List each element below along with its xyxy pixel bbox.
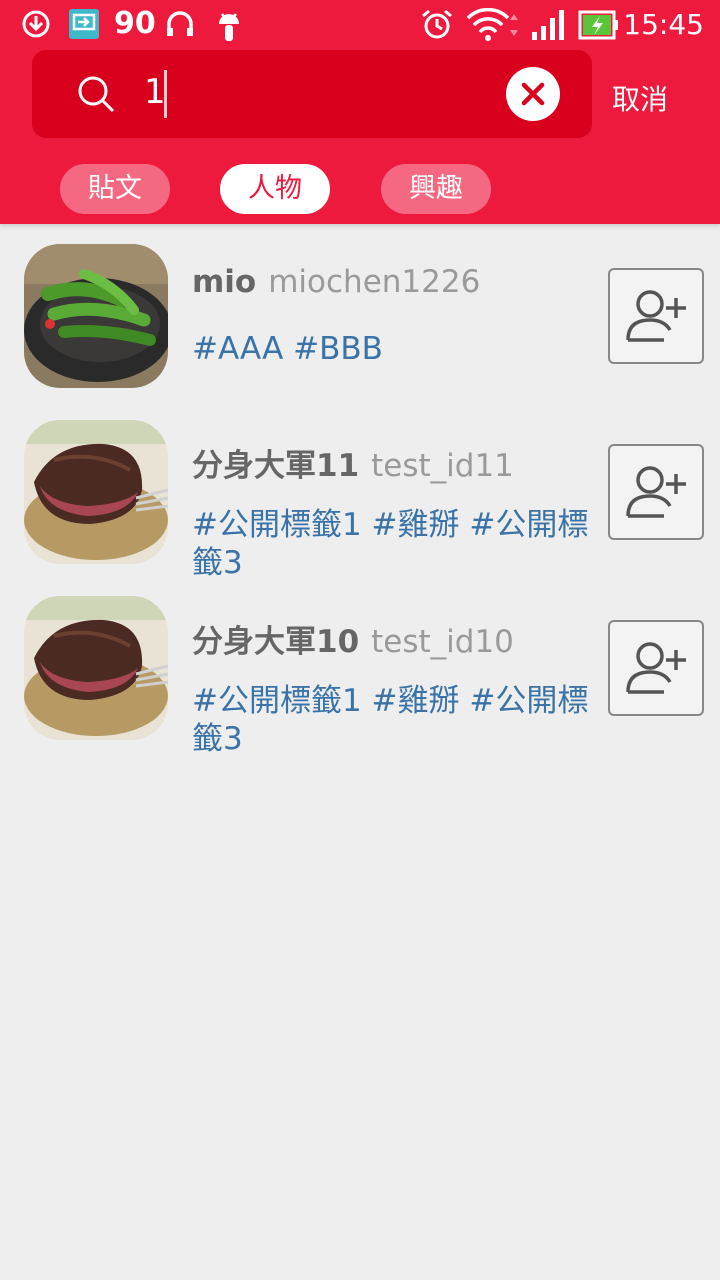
avatar[interactable] — [24, 420, 168, 564]
wifi-icon — [466, 7, 522, 46]
user-id: test_id10 — [371, 624, 514, 660]
user-id: test_id11 — [371, 448, 514, 484]
add-person-icon — [626, 642, 686, 694]
steak-photo — [24, 420, 168, 564]
user-tags[interactable]: #公開標籤1 #雞掰 #公開標籤3 — [192, 506, 592, 582]
cancel-button[interactable]: 取消 — [612, 78, 668, 118]
user-tags[interactable]: #公開標籤1 #雞掰 #公開標籤3 — [192, 682, 592, 758]
signal-icon — [530, 8, 568, 46]
user-display-name: mio — [192, 264, 257, 300]
user-name-line: mio miochen1226 — [192, 264, 480, 300]
add-person-icon — [626, 466, 686, 518]
follow-button[interactable] — [608, 444, 704, 540]
tab-posts[interactable]: 貼文 — [60, 164, 170, 214]
search-icon — [76, 74, 116, 118]
list-item[interactable]: 分身大軍11 test_id11 #公開標籤1 #雞掰 #公開標籤3 — [0, 420, 720, 596]
user-name-line: 分身大軍11 test_id11 — [192, 440, 514, 485]
follow-button[interactable] — [608, 268, 704, 364]
list-item[interactable]: mio miochen1226 #AAA #BBB — [0, 244, 720, 420]
headset-icon — [164, 8, 196, 44]
status-bar: 90 15:45 — [0, 0, 720, 50]
edamame-photo — [24, 244, 168, 388]
avatar[interactable] — [24, 244, 168, 388]
battery-charging-icon — [578, 8, 620, 46]
user-tags[interactable]: #AAA #BBB — [192, 330, 592, 368]
user-display-name: 分身大軍11 — [192, 448, 360, 484]
android-icon — [214, 8, 244, 46]
user-id: miochen1226 — [268, 264, 481, 300]
app-header: 90 15:45 1 取消 貼文 人物 興趣 — [0, 0, 720, 224]
clock: 15:45 — [623, 8, 704, 41]
close-icon — [521, 82, 545, 106]
add-person-icon — [626, 290, 686, 342]
avatar[interactable] — [24, 596, 168, 740]
download-icon — [20, 8, 52, 44]
steak-photo — [24, 596, 168, 740]
search-input[interactable]: 1 — [144, 72, 166, 112]
list-item[interactable]: 分身大軍10 test_id10 #公開標籤1 #雞掰 #公開標籤3 — [0, 596, 720, 772]
user-name-line: 分身大軍10 test_id10 — [192, 616, 514, 661]
tab-people[interactable]: 人物 — [220, 164, 330, 214]
text-cursor — [164, 70, 167, 118]
search-field[interactable]: 1 — [32, 50, 592, 138]
screen-cast-icon — [68, 8, 100, 44]
clear-search-button[interactable] — [506, 67, 560, 121]
tab-interests[interactable]: 興趣 — [381, 164, 491, 214]
alarm-icon — [420, 8, 454, 46]
notification-count: 90 — [114, 6, 156, 41]
user-display-name: 分身大軍10 — [192, 624, 360, 660]
follow-button[interactable] — [608, 620, 704, 716]
